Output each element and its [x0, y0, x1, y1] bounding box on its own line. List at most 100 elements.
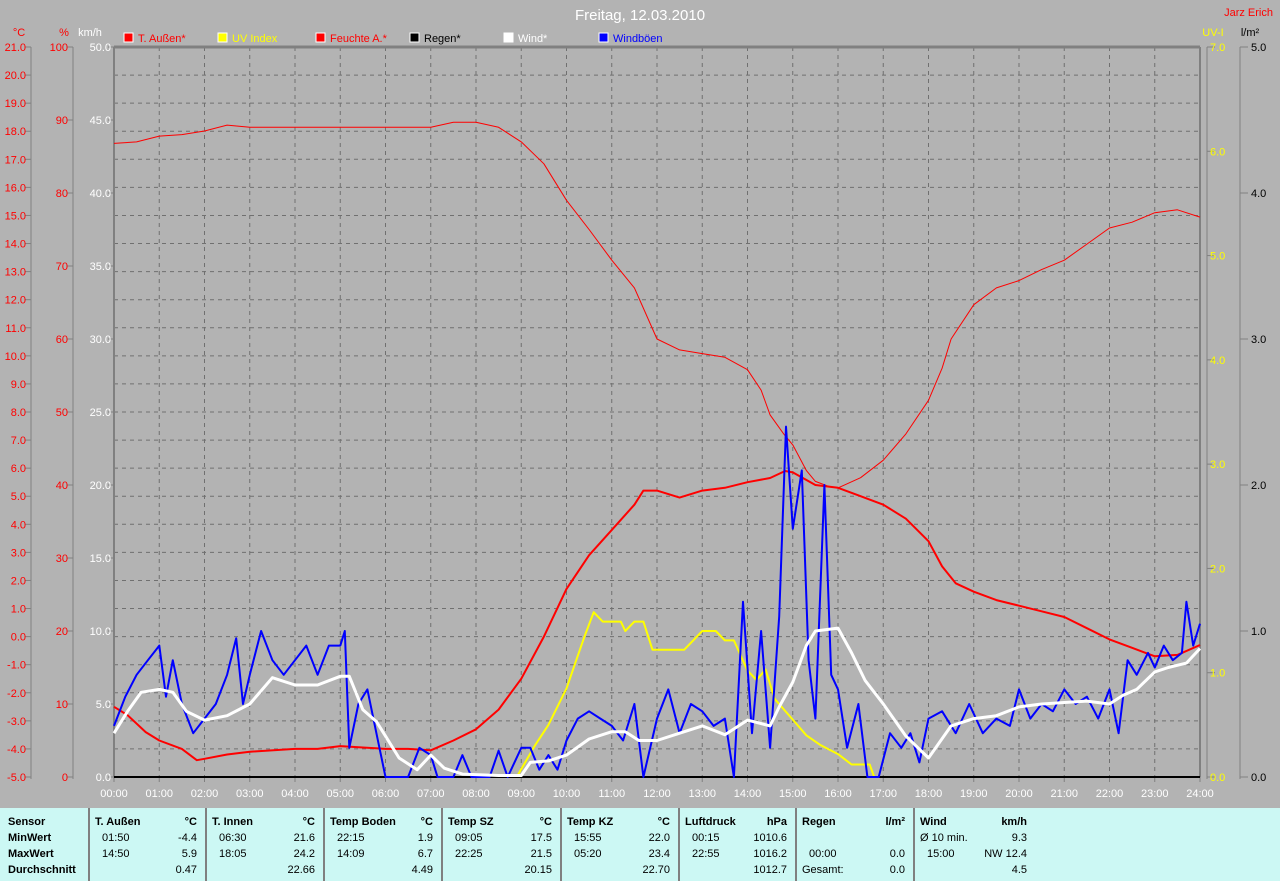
x-tick-label: 04:00	[281, 788, 309, 800]
axis-tick-label-temp: 17.0	[5, 154, 26, 166]
x-tick-label: 11:00	[598, 788, 625, 800]
axis-tick-label-temp: 18.0	[5, 126, 26, 138]
axis-tick-label-temp: 10.0	[5, 351, 26, 363]
axis-tick-label-wind: 40.0	[90, 188, 111, 200]
legend-label: T. Außen*	[138, 33, 186, 45]
legend-swatch	[598, 32, 609, 43]
stat-avg-value: 20.15	[524, 864, 552, 876]
stat-min-time: 00:15	[692, 832, 720, 844]
x-tick-label: 15:00	[779, 788, 807, 800]
stat-min-time: 15:55	[574, 832, 602, 844]
axis-tick-label-uv: 6.0	[1210, 146, 1225, 158]
axis-tick-label-uv: 0.0	[1210, 772, 1225, 784]
stat-header-name: Wind	[920, 816, 947, 828]
stat-max-time: 14:50	[102, 848, 130, 860]
x-tick-label: 09:00	[507, 788, 535, 800]
stat-max-value: 21.5	[530, 848, 552, 860]
weather-chart: Freitag, 12.03.2010 Jarz Erich T. Außen* UV…	[5, 7, 1273, 800]
stat-avg-value: 0.47	[175, 864, 197, 876]
axis-tick-label-uv: 5.0	[1210, 251, 1225, 263]
axis-tick-label-wind: 35.0	[90, 261, 111, 273]
stat-min-value: -4.4	[178, 832, 197, 844]
stat-column-temp-sz: Temp SZ °C 09:05 17.5 22:25 21.5 20.15	[443, 808, 562, 881]
axis-tick-label-temp: 2.0	[11, 575, 26, 587]
stat-column-luftdruck: Luftdruck hPa 00:15 1010.6 22:55 1016.2 1012.7	[680, 808, 797, 881]
stat-max-time: 22:25	[455, 848, 483, 860]
axis-tick-label-humidity: 20	[56, 626, 68, 638]
stat-header-unit: km/h	[1001, 816, 1027, 828]
stat-max-value: 24.2	[293, 848, 315, 860]
author-name: Jarz Erich	[1224, 7, 1273, 19]
x-tick-label: 02:00	[191, 788, 219, 800]
legend-swatch	[315, 32, 326, 43]
stat-header-name: Temp Boden	[330, 816, 396, 828]
axis-tick-label-temp: 0.0	[11, 632, 26, 644]
stat-column-temp-boden: Temp Boden °C 22:15 1.9 14:09 6.7 4.49	[325, 808, 443, 881]
axis-tick-label-rain: 2.0	[1251, 480, 1266, 492]
axis-tick-label-humidity: 30	[56, 553, 68, 565]
x-tick-label: 08:00	[462, 788, 490, 800]
stat-column-regen: Regen l/m² 00:00 0.0 Gesamt: 0.0	[797, 808, 915, 881]
stat-max-time: 18:05	[219, 848, 247, 860]
stat-max-time: 14:09	[337, 848, 365, 860]
stat-min-time: 01:50	[102, 832, 130, 844]
stat-avg-value: 22.70	[642, 864, 670, 876]
axis-tick-label-uv: 4.0	[1210, 355, 1225, 367]
x-tick-label: 03:00	[236, 788, 264, 800]
stat-column-wind: Wind km/h Ø 10 min. 9.3 15:00 NW 12.4 4.5	[915, 808, 1035, 881]
x-tick-label: 06:00	[372, 788, 400, 800]
axis-tick-label-humidity: 0	[62, 772, 68, 784]
axis-tick-label-temp: 16.0	[5, 182, 26, 194]
x-tick-label: 19:00	[960, 788, 988, 800]
x-tick-label: 21:00	[1050, 788, 1078, 800]
axis-tick-label-temp: -3.0	[7, 716, 26, 728]
axis-tick-label-wind: 15.0	[90, 553, 111, 565]
row-labels-column: Sensor MinWert MaxWert Durchschnitt	[0, 808, 90, 881]
stat-header-name: Regen	[802, 816, 836, 828]
x-tick-label: 01:00	[145, 788, 173, 800]
stat-min-time: 09:05	[455, 832, 483, 844]
axis-tick-label-humidity: 60	[56, 334, 68, 346]
axis-tick-label-temp: 4.0	[11, 519, 26, 531]
stat-avg-value: 4.5	[1011, 864, 1027, 876]
axis-tick-label-rain: 1.0	[1251, 626, 1266, 638]
axis-tick-label-temp: -1.0	[7, 660, 26, 672]
axis-tick-label-rain: 4.0	[1251, 188, 1266, 200]
axis-tick-label-wind: 5.0	[96, 699, 111, 711]
legend-swatch	[503, 32, 514, 43]
axis-tick-label-rain: 3.0	[1251, 334, 1266, 346]
x-tick-label: 13:00	[688, 788, 716, 800]
chart-title: Freitag, 12.03.2010	[575, 7, 705, 24]
axis-tick-label-temp: 21.0	[5, 42, 26, 54]
legend-swatch	[409, 32, 420, 43]
stat-max-value: 5.9	[181, 848, 197, 860]
axis-tick-label-uv: 7.0	[1210, 42, 1225, 54]
axis-tick-label-temp: 3.0	[11, 547, 26, 559]
axis-tick-label-temp: 13.0	[5, 267, 26, 279]
x-tick-label: 12:00	[643, 788, 671, 800]
stat-header-unit: °C	[184, 816, 197, 828]
legend-label: Wind*	[518, 33, 548, 45]
stat-avg-value: 22.66	[287, 864, 315, 876]
axis-tick-label-wind: 25.0	[90, 407, 111, 419]
legend-label: Feuchte A.*	[330, 33, 388, 45]
stat-min-time: Ø 10 min.	[920, 832, 968, 844]
x-tick-label: 17:00	[869, 788, 897, 800]
x-tick-label: 22:00	[1096, 788, 1124, 800]
stat-max-value: NW 12.4	[984, 848, 1027, 860]
axis-tick-label-wind: 30.0	[90, 334, 111, 346]
axis-tick-label-wind: 0.0	[96, 772, 111, 784]
axis-tick-label-temp: 6.0	[11, 463, 26, 475]
axis-tick-label-temp: 20.0	[5, 70, 26, 82]
x-tick-label: 10:00	[553, 788, 581, 800]
axis-tick-label-temp: 8.0	[11, 407, 26, 419]
axis-tick-label-uv: 3.0	[1210, 459, 1225, 471]
axis-tick-label-humidity: 10	[56, 699, 68, 711]
statistics-table: Sensor MinWert MaxWert Durchschnitt T. A…	[0, 808, 1280, 881]
axis-tick-label-rain: 0.0	[1251, 772, 1266, 784]
axis-tick-label-rain: 5.0	[1251, 42, 1266, 54]
stat-header-unit: °C	[302, 816, 315, 828]
axis-tick-label-humidity: 80	[56, 188, 68, 200]
axis-tick-label-temp: 9.0	[11, 379, 26, 391]
stat-max-time: 15:00	[927, 848, 955, 860]
